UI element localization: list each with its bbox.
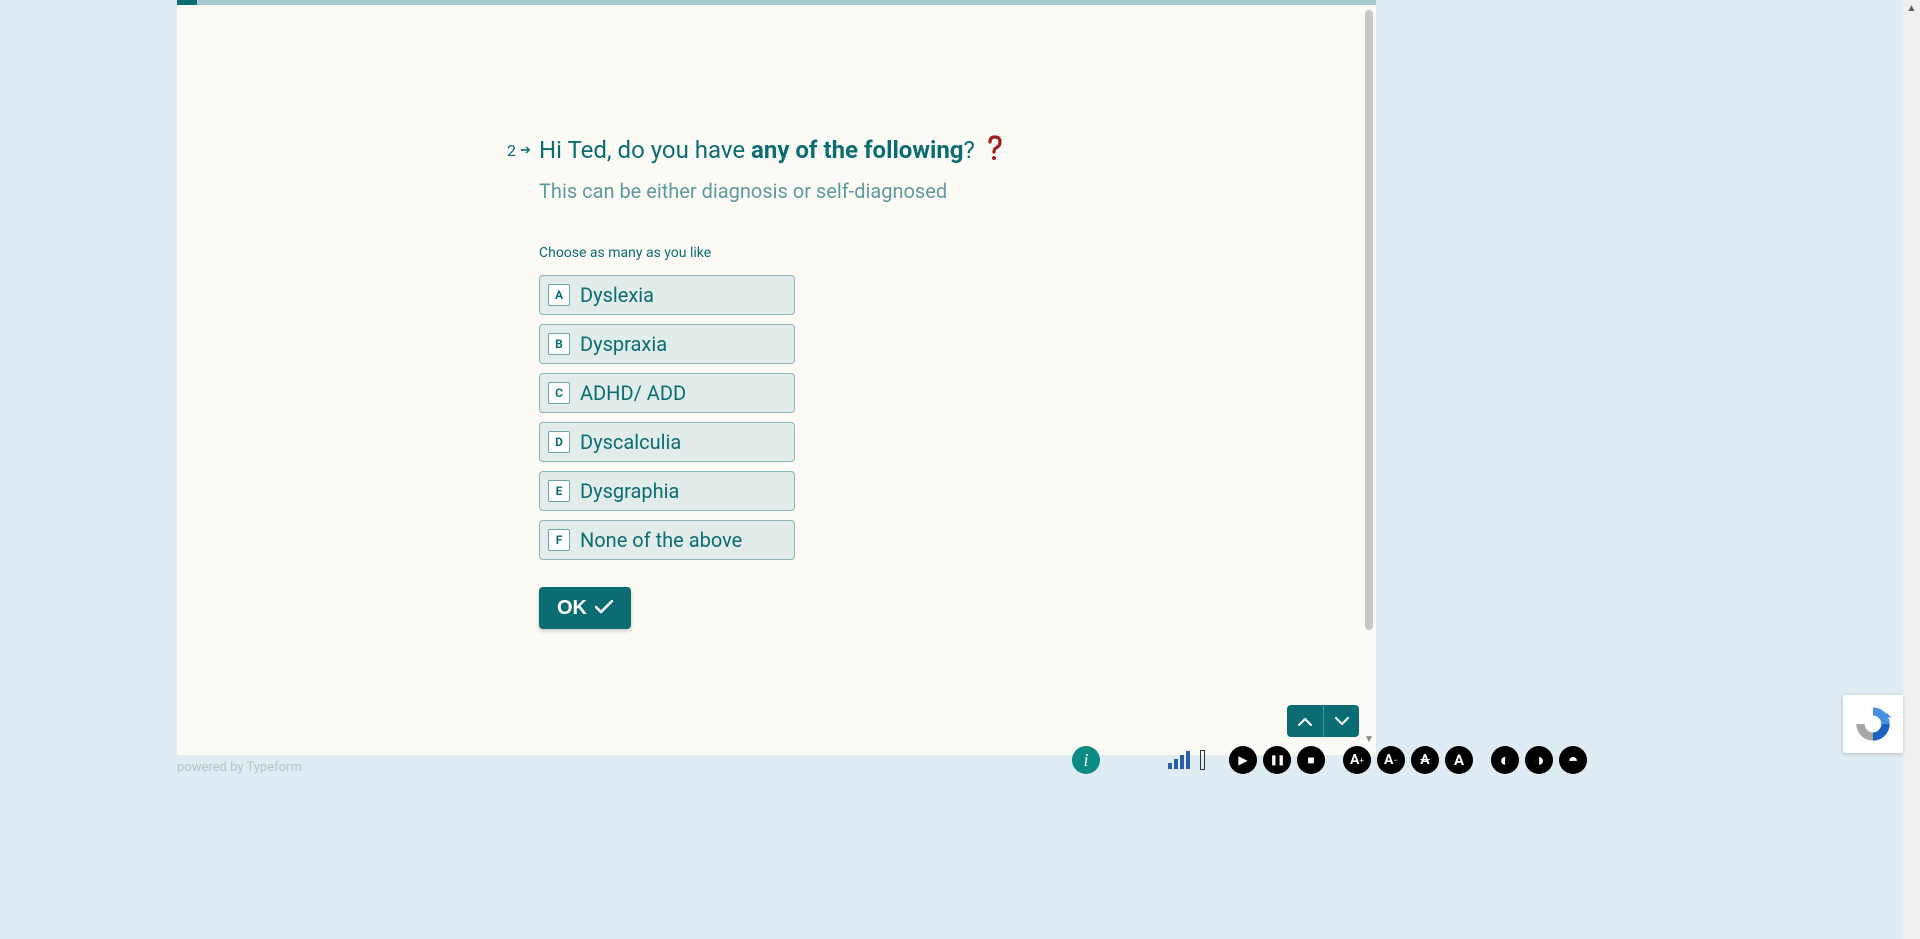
tb-font-button[interactable]: A (1445, 746, 1473, 774)
option-key: A (548, 284, 570, 306)
prev-question-button[interactable] (1287, 705, 1323, 737)
option-label: Dysgraphia (580, 479, 679, 503)
question-mark-icon (985, 135, 1003, 169)
tb-pause-button[interactable]: ❚❚ (1263, 746, 1291, 774)
option-key: F (548, 529, 570, 551)
powered-brand: Typeform (246, 760, 301, 775)
tb-font-decrease-button[interactable]: A− (1377, 746, 1405, 774)
tb-contrast-2-button[interactable]: ◑ (1525, 746, 1553, 774)
option-c[interactable]: C ADHD/ ADD (539, 373, 795, 413)
nav-buttons (1287, 705, 1359, 737)
tb-font-reset-button[interactable]: A (1411, 746, 1439, 774)
option-key: C (548, 382, 570, 404)
options-list: A Dyslexia B Dyspraxia C ADHD/ ADD D Dys… (539, 275, 1299, 560)
option-a[interactable]: A Dyslexia (539, 275, 795, 315)
tb-info-button[interactable]: i (1072, 746, 1100, 774)
recaptcha-badge[interactable] (1843, 695, 1903, 753)
question-number: 2 ➔ (507, 141, 531, 160)
option-e[interactable]: E Dysgraphia (539, 471, 795, 511)
recaptcha-icon (1853, 704, 1893, 744)
option-b[interactable]: B Dyspraxia (539, 324, 795, 364)
page-scroll-up-arrow[interactable]: ▲ (1903, 0, 1920, 17)
tb-contrast-1-button[interactable]: ◐ (1491, 746, 1519, 774)
progress-bar (177, 0, 1376, 5)
question-block: 2 ➔ Hi Ted, do you have any of the follo… (539, 135, 1299, 629)
choose-hint: Choose as many as you like (539, 245, 1299, 261)
option-d[interactable]: D Dyscalculia (539, 422, 795, 462)
check-icon (595, 597, 613, 620)
tb-stop-button[interactable]: ■ (1297, 746, 1325, 774)
inner-scroll-down-arrow[interactable]: ▼ (1364, 734, 1374, 745)
accessibility-toolbar: i ▶ ❚❚ ■ A+ A− A A ◐ ◑ ◓ (1072, 745, 1587, 775)
title-suffix: ? (963, 136, 980, 164)
option-key: B (548, 333, 570, 355)
powered-prefix: powered by (177, 760, 246, 775)
option-label: Dyspraxia (580, 332, 667, 356)
ok-label: OK (557, 597, 587, 620)
page-scrollbar[interactable]: ▲ (1903, 0, 1920, 939)
question-title: Hi Ted, do you have any of the following… (539, 135, 1299, 169)
option-f[interactable]: F None of the above (539, 520, 795, 560)
tb-play-button[interactable]: ▶ (1229, 746, 1257, 774)
question-subtext: This can be either diagnosis or self-dia… (539, 179, 1299, 203)
powered-by[interactable]: powered by Typeform (177, 760, 302, 775)
question-number-text: 2 (507, 141, 516, 160)
inner-scrollbar[interactable]: ▼ (1362, 10, 1376, 745)
title-bold: any of the following (751, 136, 963, 164)
progress-fill (177, 0, 197, 5)
next-question-button[interactable] (1323, 705, 1359, 737)
tb-equalizer-icon[interactable] (1168, 751, 1190, 769)
title-prefix: Hi Ted, do you have (539, 136, 751, 164)
arrow-right-icon: ➔ (520, 143, 531, 158)
option-label: ADHD/ ADD (580, 381, 686, 405)
option-key: D (548, 431, 570, 453)
tb-bar-outline-icon (1200, 750, 1205, 770)
inner-scroll-thumb[interactable] (1365, 10, 1373, 630)
option-label: Dyscalculia (580, 430, 681, 454)
option-key: E (548, 480, 570, 502)
ok-button[interactable]: OK (539, 587, 631, 629)
tb-font-increase-button[interactable]: A+ (1343, 746, 1371, 774)
form-panel: ▼ 2 ➔ Hi Ted, do you have any of the fol… (177, 0, 1376, 755)
option-label: Dyslexia (580, 283, 654, 307)
option-label: None of the above (580, 528, 742, 552)
tb-contrast-3-button[interactable]: ◓ (1559, 746, 1587, 774)
